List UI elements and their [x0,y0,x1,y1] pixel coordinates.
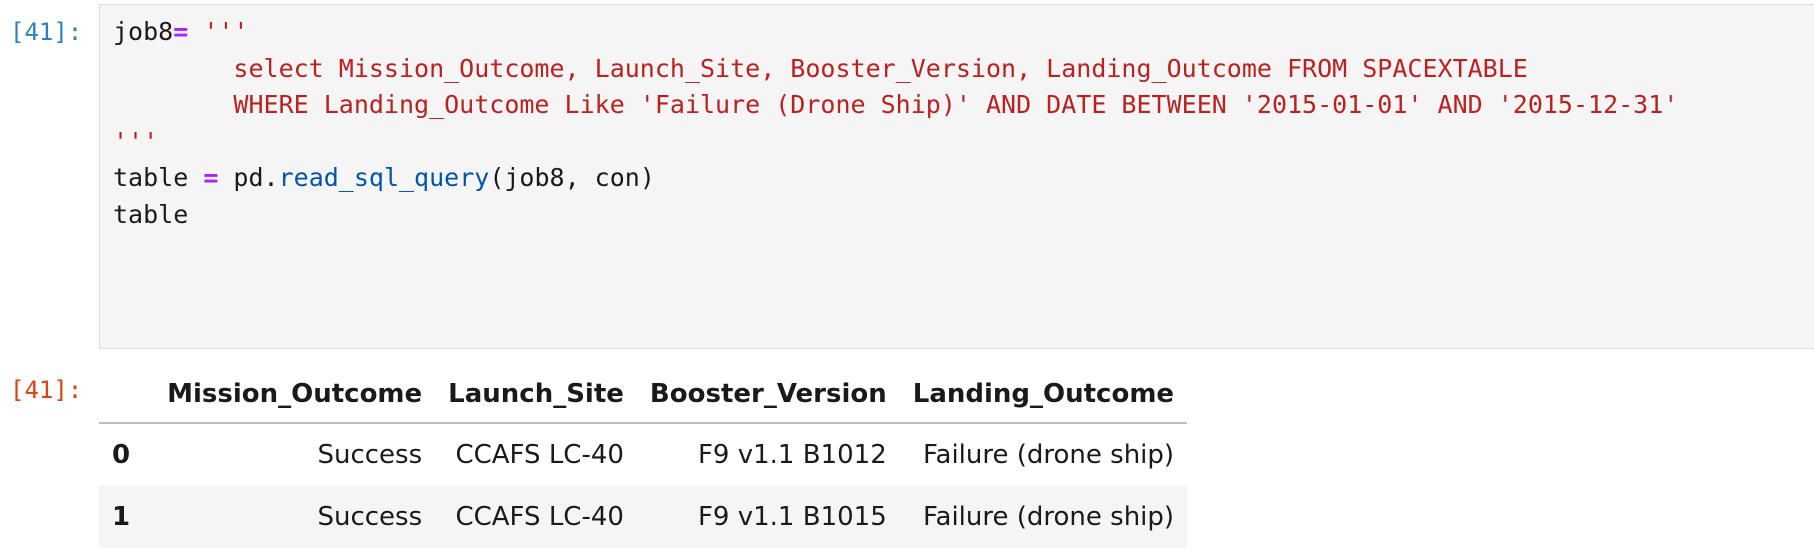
code-token: table [113,199,189,229]
table-row: 1 Success CCAFS LC-40 F9 v1.1 B1015 Fail… [99,486,1188,548]
code-token: job8 [113,17,174,46]
code-string: WHERE Landing_Outcome Like 'Failure (Dro… [113,90,1679,119]
table-cell: F9 v1.1 B1012 [697,440,887,470]
code-function: read_sql_query [278,163,490,192]
code-operator: = [173,17,189,46]
code-text[interactable]: job8= ''' select Mission_Outcome, Launch… [113,14,1678,233]
output-dataframe: Mission_Outcome Launch_Site Booster_Vers… [99,366,1188,548]
input-prompt: [41]: [10,18,83,46]
code-string: ''' [188,17,249,46]
column-header: Booster_Version [636,366,900,424]
table-cell: Failure (drone ship) [922,440,1175,470]
column-header: Launch_Site [435,366,637,424]
table-cell: F9 v1.1 B1015 [697,502,887,532]
table-cell: Success [317,502,423,532]
column-header: Mission_Outcome [154,366,436,424]
code-token: (job8, con) [489,163,655,192]
table-cell: CCAFS LC-40 [455,502,624,532]
output-prompt: [41]: [10,376,83,404]
row-index: 1 [112,502,131,532]
column-header: Landing_Outcome [899,366,1188,424]
column-header-index [99,366,155,424]
table-cell: Success [317,440,423,470]
table-header-row: Mission_Outcome Launch_Site Booster_Vers… [99,366,1188,424]
code-operator: = [203,163,219,192]
code-token: pd. [218,163,279,192]
code-cell-editor[interactable]: job8= ''' select Mission_Outcome, Launch… [99,4,1814,349]
row-index: 0 [112,440,131,470]
table-row: 0 Success CCAFS LC-40 F9 v1.1 B1012 Fail… [99,423,1187,486]
code-string: ''' [113,126,159,156]
table-cell: CCAFS LC-40 [455,440,624,470]
code-string: select Mission_Outcome, Launch_Site, Boo… [113,53,1528,83]
table-cell: Failure (drone ship) [922,502,1175,532]
code-token: table [113,163,204,192]
